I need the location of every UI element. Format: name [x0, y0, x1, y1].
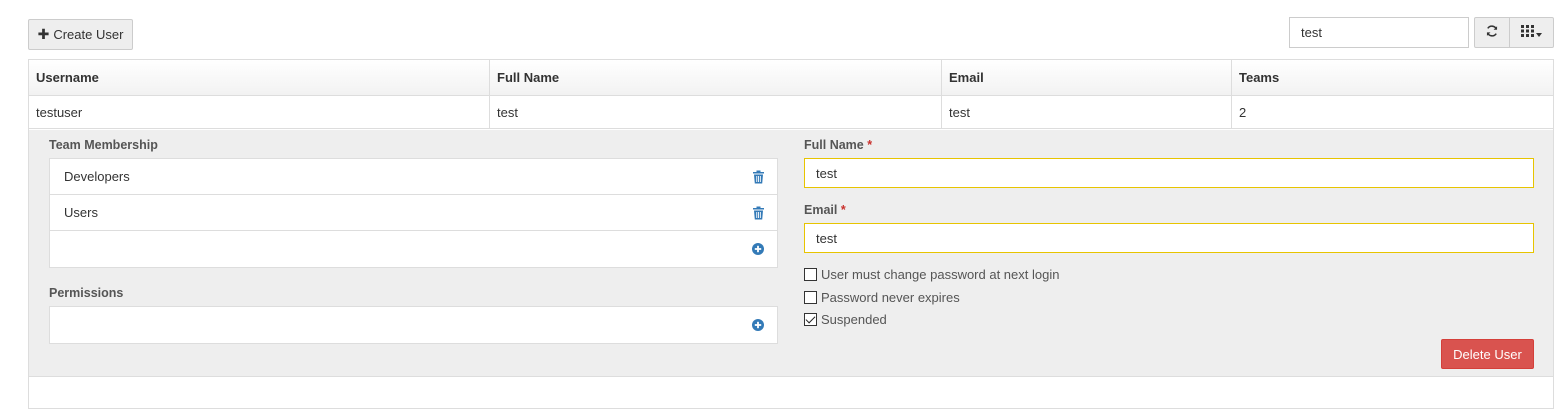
required-marker: *	[840, 203, 846, 217]
email-label: Email *	[804, 203, 846, 217]
cell-teams: 2	[1239, 104, 1247, 120]
column-header-full-name[interactable]: Full Name	[490, 60, 942, 95]
add-permission-row	[50, 307, 777, 343]
table-header: Username Full Name Email Teams	[29, 60, 1553, 96]
caret-down-icon	[1536, 25, 1542, 40]
columns-grid-icon	[1521, 25, 1534, 40]
columns-button[interactable]	[1509, 17, 1554, 48]
full-name-field[interactable]	[804, 158, 1534, 188]
trash-icon[interactable]	[753, 206, 764, 219]
search-input[interactable]	[1289, 17, 1469, 48]
table-row[interactable]: testuser test test 2	[29, 96, 1553, 129]
suspended-label: Suspended	[821, 312, 887, 327]
permissions-list	[49, 306, 778, 344]
delete-user-button[interactable]: Delete User	[1441, 339, 1534, 369]
must-change-password-label: User must change password at next login	[821, 267, 1060, 282]
full-name-label: Full Name *	[804, 138, 872, 152]
cell-username: testuser	[29, 96, 490, 128]
required-marker: *	[867, 138, 873, 152]
permissions-label: Permissions	[49, 286, 124, 300]
user-detail-panel: Team Membership Developers Users Permiss…	[29, 130, 1553, 377]
cell-email: test	[942, 96, 1232, 128]
email-label-text: Email	[804, 203, 838, 217]
team-membership-label: Team Membership	[49, 138, 158, 152]
refresh-button[interactable]	[1474, 17, 1510, 48]
add-team-row	[50, 231, 777, 267]
column-header-username[interactable]: Username	[29, 60, 490, 95]
list-item: Developers	[50, 159, 777, 195]
team-membership-list: Developers Users	[49, 158, 778, 268]
password-never-expires-label: Password never expires	[821, 290, 960, 305]
suspended-checkbox[interactable]	[804, 313, 817, 326]
list-item: Users	[50, 195, 777, 231]
column-header-email[interactable]: Email	[942, 60, 1232, 95]
stray-mark: "	[112, 0, 116, 6]
suspended-checkbox-row[interactable]: Suspended	[804, 312, 887, 327]
cell-full-name: test	[490, 96, 942, 128]
create-user-label: Create User	[53, 27, 124, 42]
password-never-expires-checkbox-row[interactable]: Password never expires	[804, 290, 960, 305]
team-name: Users	[64, 205, 98, 220]
plus-icon: ✚	[37, 26, 50, 42]
plus-circle-icon[interactable]	[752, 319, 764, 331]
full-name-label-text: Full Name	[804, 138, 864, 152]
password-never-expires-checkbox[interactable]	[804, 291, 817, 304]
must-change-password-checkbox[interactable]	[804, 268, 817, 281]
refresh-icon	[1485, 24, 1499, 41]
column-header-teams[interactable]: Teams	[1232, 60, 1553, 95]
must-change-password-checkbox-row[interactable]: User must change password at next login	[804, 267, 1059, 282]
team-name: Developers	[64, 169, 130, 184]
create-user-button[interactable]: ✚ Create User	[28, 19, 133, 50]
trash-icon[interactable]	[753, 170, 764, 183]
plus-circle-icon[interactable]	[752, 243, 764, 255]
email-field[interactable]	[804, 223, 1534, 253]
users-table: Username Full Name Email Teams testuser …	[28, 59, 1554, 409]
